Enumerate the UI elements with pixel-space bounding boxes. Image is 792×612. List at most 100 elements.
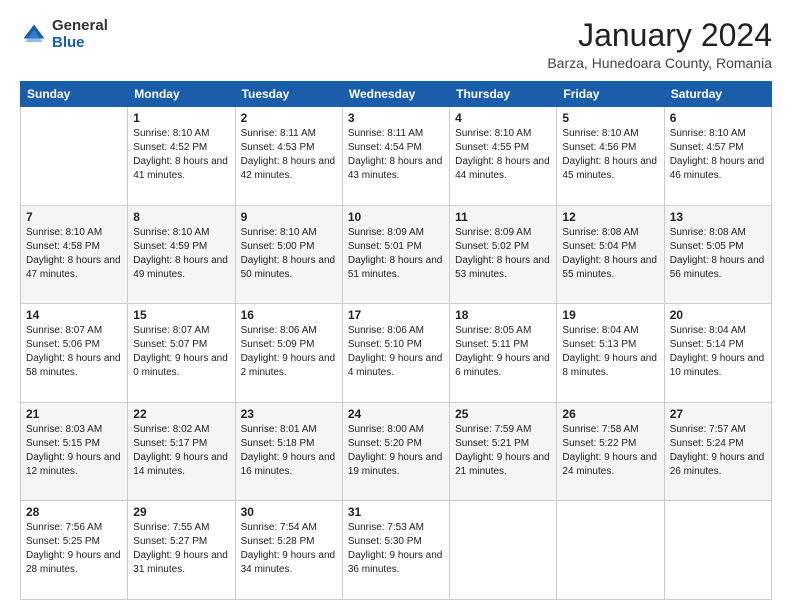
day-sunrise: Sunrise: 7:53 AM <box>348 522 424 533</box>
subtitle: Barza, Hunedoara County, Romania <box>547 55 772 71</box>
day-number: 4 <box>455 111 551 125</box>
title-block: January 2024 Barza, Hunedoara County, Ro… <box>547 18 772 71</box>
day-daylight: Daylight: 8 hours and 42 minutes. <box>241 156 336 181</box>
day-sunrise: Sunrise: 8:08 AM <box>562 227 638 238</box>
day-number: 9 <box>241 210 337 224</box>
day-number: 30 <box>241 505 337 519</box>
day-daylight: Daylight: 9 hours and 31 minutes. <box>133 550 228 575</box>
day-sunset: Sunset: 5:11 PM <box>455 339 528 350</box>
day-number: 12 <box>562 210 658 224</box>
day-sunset: Sunset: 4:57 PM <box>670 142 744 153</box>
day-daylight: Daylight: 8 hours and 50 minutes. <box>241 255 336 280</box>
day-daylight: Daylight: 9 hours and 0 minutes. <box>133 353 228 378</box>
day-number: 24 <box>348 407 444 421</box>
calendar-week-row: 1 Sunrise: 8:10 AM Sunset: 4:52 PM Dayli… <box>21 107 772 206</box>
day-daylight: Daylight: 8 hours and 58 minutes. <box>26 353 121 378</box>
calendar-cell: 9 Sunrise: 8:10 AM Sunset: 5:00 PM Dayli… <box>235 205 342 304</box>
day-daylight: Daylight: 8 hours and 45 minutes. <box>562 156 657 181</box>
calendar-cell <box>664 501 771 600</box>
day-daylight: Daylight: 8 hours and 47 minutes. <box>26 255 121 280</box>
day-number: 22 <box>133 407 229 421</box>
calendar-cell: 24 Sunrise: 8:00 AM Sunset: 5:20 PM Dayl… <box>342 402 449 501</box>
day-sunset: Sunset: 5:02 PM <box>455 241 529 252</box>
calendar-cell: 18 Sunrise: 8:05 AM Sunset: 5:11 PM Dayl… <box>450 304 557 403</box>
logo-text: General Blue <box>52 18 108 51</box>
day-sunset: Sunset: 5:10 PM <box>348 339 422 350</box>
day-sunrise: Sunrise: 8:10 AM <box>562 128 638 139</box>
day-number: 25 <box>455 407 551 421</box>
day-number: 8 <box>133 210 229 224</box>
day-daylight: Daylight: 9 hours and 2 minutes. <box>241 353 336 378</box>
day-daylight: Daylight: 9 hours and 4 minutes. <box>348 353 443 378</box>
day-number: 10 <box>348 210 444 224</box>
calendar-cell <box>21 107 128 206</box>
day-sunrise: Sunrise: 8:10 AM <box>670 128 746 139</box>
day-sunrise: Sunrise: 8:02 AM <box>133 424 209 435</box>
calendar-cell: 16 Sunrise: 8:06 AM Sunset: 5:09 PM Dayl… <box>235 304 342 403</box>
calendar-cell: 3 Sunrise: 8:11 AM Sunset: 4:54 PM Dayli… <box>342 107 449 206</box>
day-daylight: Daylight: 9 hours and 28 minutes. <box>26 550 121 575</box>
day-sunrise: Sunrise: 8:06 AM <box>348 325 424 336</box>
day-number: 7 <box>26 210 122 224</box>
day-daylight: Daylight: 8 hours and 55 minutes. <box>562 255 657 280</box>
day-sunrise: Sunrise: 7:57 AM <box>670 424 746 435</box>
day-sunrise: Sunrise: 8:08 AM <box>670 227 746 238</box>
day-sunrise: Sunrise: 8:04 AM <box>670 325 746 336</box>
calendar-week-row: 14 Sunrise: 8:07 AM Sunset: 5:06 PM Dayl… <box>21 304 772 403</box>
day-number: 5 <box>562 111 658 125</box>
day-sunset: Sunset: 4:52 PM <box>133 142 207 153</box>
day-sunrise: Sunrise: 8:05 AM <box>455 325 531 336</box>
day-sunrise: Sunrise: 8:07 AM <box>26 325 102 336</box>
day-sunrise: Sunrise: 8:09 AM <box>455 227 531 238</box>
day-sunset: Sunset: 5:24 PM <box>670 438 744 449</box>
day-number: 15 <box>133 308 229 322</box>
calendar-cell: 14 Sunrise: 8:07 AM Sunset: 5:06 PM Dayl… <box>21 304 128 403</box>
day-daylight: Daylight: 8 hours and 53 minutes. <box>455 255 550 280</box>
main-title: January 2024 <box>547 18 772 53</box>
calendar-cell: 12 Sunrise: 8:08 AM Sunset: 5:04 PM Dayl… <box>557 205 664 304</box>
day-number: 6 <box>670 111 766 125</box>
day-sunrise: Sunrise: 8:09 AM <box>348 227 424 238</box>
day-daylight: Daylight: 8 hours and 41 minutes. <box>133 156 228 181</box>
day-sunset: Sunset: 5:14 PM <box>670 339 744 350</box>
calendar-week-row: 7 Sunrise: 8:10 AM Sunset: 4:58 PM Dayli… <box>21 205 772 304</box>
day-number: 28 <box>26 505 122 519</box>
day-sunrise: Sunrise: 7:58 AM <box>562 424 638 435</box>
day-number: 23 <box>241 407 337 421</box>
day-sunrise: Sunrise: 8:07 AM <box>133 325 209 336</box>
logo: General Blue <box>20 18 108 51</box>
calendar-table: Sunday Monday Tuesday Wednesday Thursday… <box>20 81 772 600</box>
day-sunset: Sunset: 4:59 PM <box>133 241 207 252</box>
day-sunrise: Sunrise: 8:10 AM <box>241 227 317 238</box>
day-number: 16 <box>241 308 337 322</box>
calendar-cell <box>557 501 664 600</box>
day-sunset: Sunset: 4:53 PM <box>241 142 315 153</box>
calendar-cell: 4 Sunrise: 8:10 AM Sunset: 4:55 PM Dayli… <box>450 107 557 206</box>
page: General Blue January 2024 Barza, Hunedoa… <box>0 0 792 612</box>
day-number: 18 <box>455 308 551 322</box>
day-sunset: Sunset: 5:01 PM <box>348 241 422 252</box>
header-friday: Friday <box>557 82 664 107</box>
day-sunset: Sunset: 5:20 PM <box>348 438 422 449</box>
day-daylight: Daylight: 8 hours and 56 minutes. <box>670 255 765 280</box>
day-number: 26 <box>562 407 658 421</box>
day-sunrise: Sunrise: 8:10 AM <box>133 128 209 139</box>
calendar-cell: 10 Sunrise: 8:09 AM Sunset: 5:01 PM Dayl… <box>342 205 449 304</box>
calendar-cell: 29 Sunrise: 7:55 AM Sunset: 5:27 PM Dayl… <box>128 501 235 600</box>
calendar-cell: 19 Sunrise: 8:04 AM Sunset: 5:13 PM Dayl… <box>557 304 664 403</box>
day-sunrise: Sunrise: 8:11 AM <box>348 128 423 139</box>
day-number: 31 <box>348 505 444 519</box>
day-sunset: Sunset: 5:28 PM <box>241 536 315 547</box>
calendar-cell: 27 Sunrise: 7:57 AM Sunset: 5:24 PM Dayl… <box>664 402 771 501</box>
day-sunrise: Sunrise: 8:10 AM <box>133 227 209 238</box>
calendar-cell: 1 Sunrise: 8:10 AM Sunset: 4:52 PM Dayli… <box>128 107 235 206</box>
calendar-cell: 26 Sunrise: 7:58 AM Sunset: 5:22 PM Dayl… <box>557 402 664 501</box>
calendar-cell: 11 Sunrise: 8:09 AM Sunset: 5:02 PM Dayl… <box>450 205 557 304</box>
calendar-cell: 13 Sunrise: 8:08 AM Sunset: 5:05 PM Dayl… <box>664 205 771 304</box>
day-sunset: Sunset: 5:13 PM <box>562 339 636 350</box>
weekday-header-row: Sunday Monday Tuesday Wednesday Thursday… <box>21 82 772 107</box>
day-daylight: Daylight: 9 hours and 26 minutes. <box>670 452 765 477</box>
calendar-cell: 25 Sunrise: 7:59 AM Sunset: 5:21 PM Dayl… <box>450 402 557 501</box>
logo-icon <box>20 21 48 49</box>
day-number: 3 <box>348 111 444 125</box>
